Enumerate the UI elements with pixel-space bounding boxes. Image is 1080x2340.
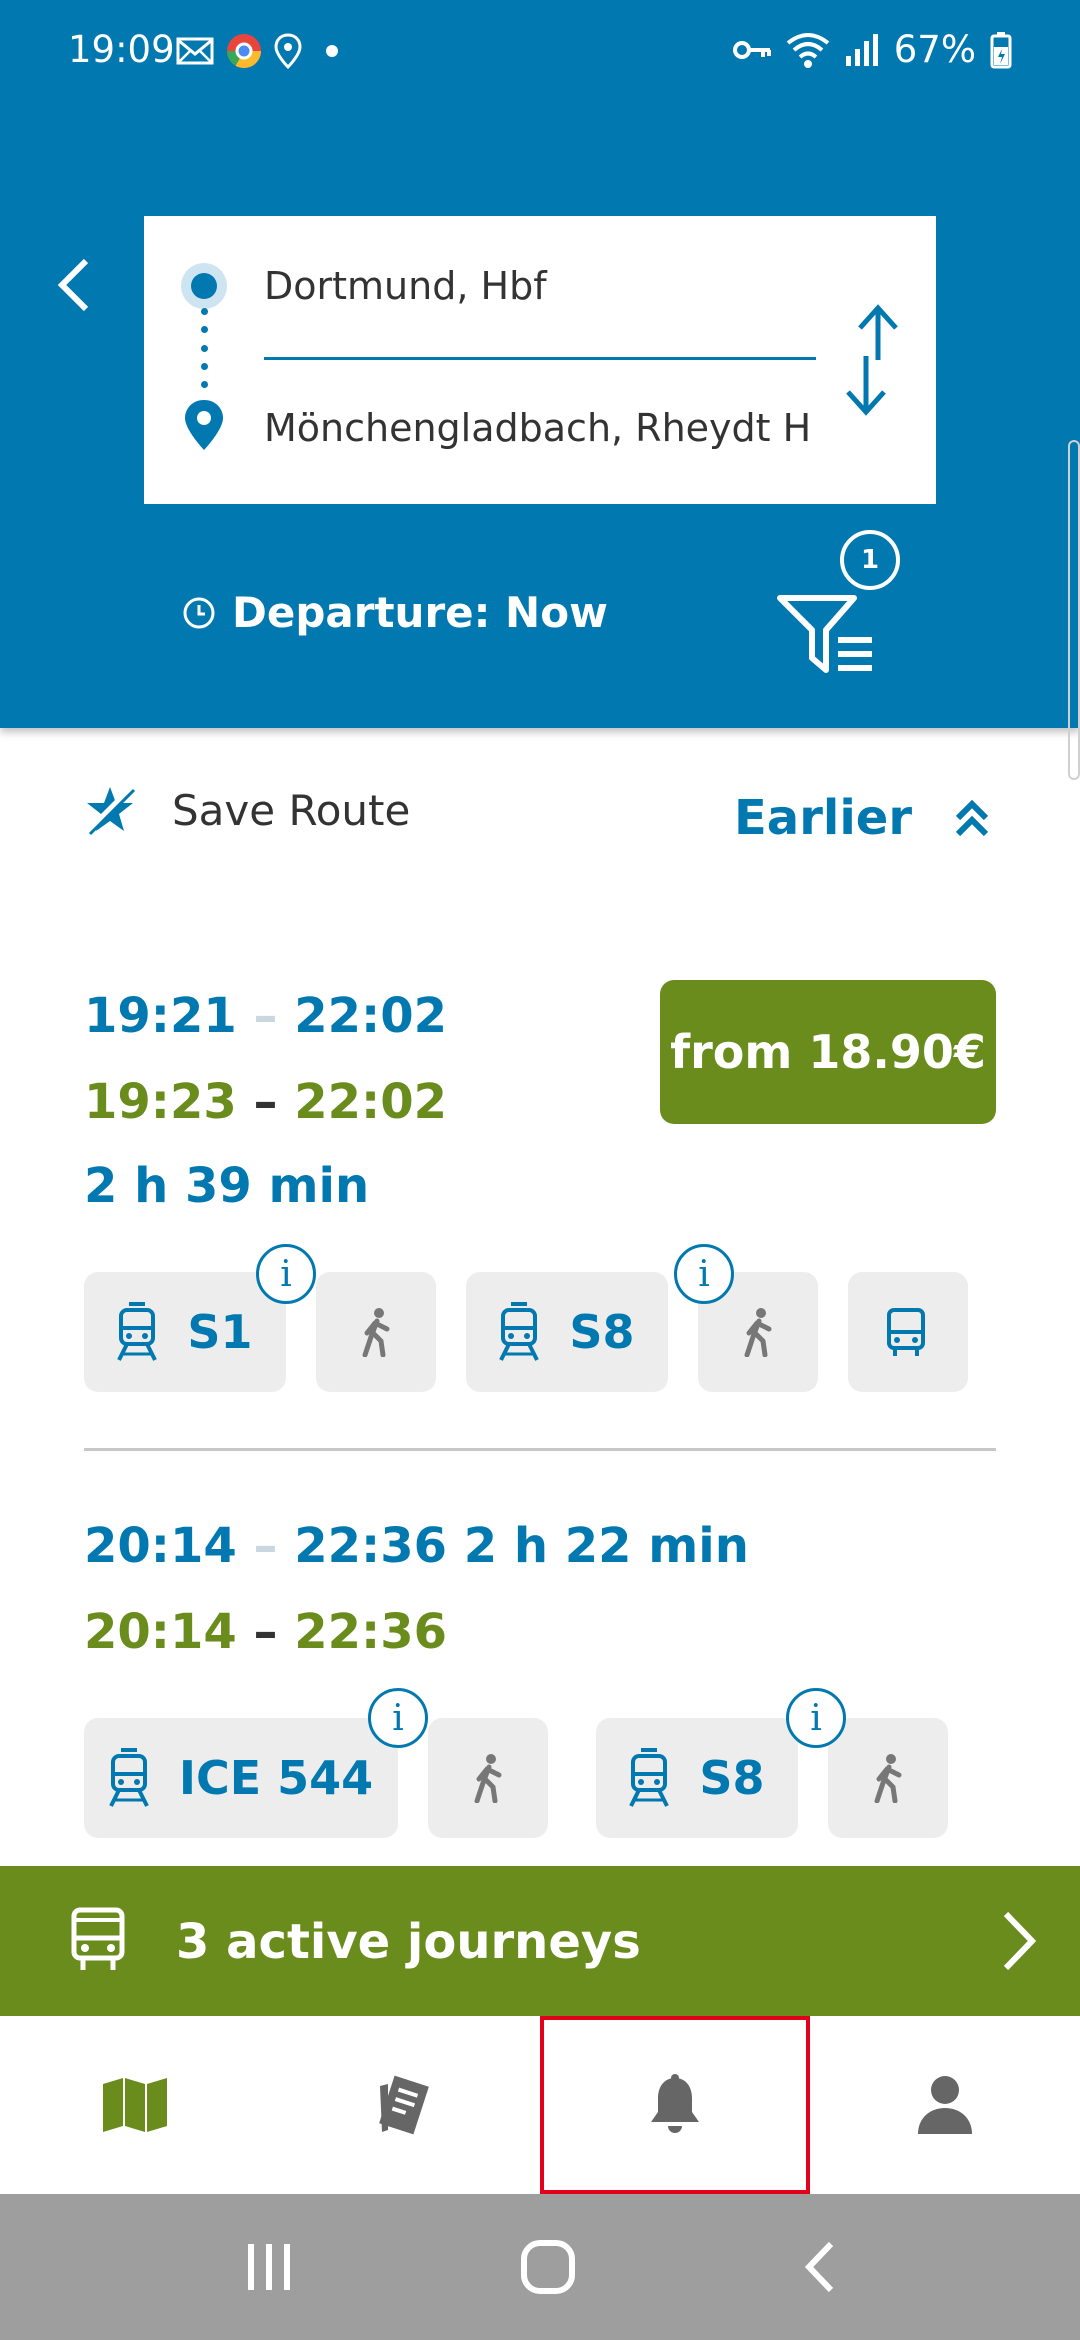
field-divider [264,357,816,360]
map-icon [103,2078,167,2132]
scroll-indicator [1068,440,1080,780]
actual-times: 19:23 – 22:02 [84,1074,448,1130]
profile-icon [918,2076,972,2134]
leg-train[interactable]: S8 [596,1718,798,1838]
mail-icon [176,37,214,65]
leg-line-label: S8 [569,1305,635,1359]
location-icon [274,33,302,69]
leg-walk[interactable] [828,1718,948,1838]
leg-info-icon[interactable]: i [368,1688,428,1748]
chrome-icon [227,34,261,68]
filter-count-badge: 1 [840,530,900,590]
bell-icon [651,2074,699,2133]
destination-pin-icon [185,400,223,450]
leg-line-label: S8 [699,1751,765,1805]
trip-card[interactable]: 20:14 – 22:36 2 h 22 min 20:14 – 22:36 I… [84,1510,996,1850]
train-icon [499,1302,540,1361]
battery-icon [990,31,1012,68]
active-journeys-label: 3 active journeys [176,1914,641,1970]
leg-line-label: S1 [187,1305,253,1359]
actual-arrival: 22:02 [294,1074,448,1130]
trip-divider [84,1448,996,1451]
back-nav-icon[interactable] [801,2240,837,2294]
leg-walk[interactable] [316,1272,436,1392]
train-icon [109,1748,149,1807]
departure-selector[interactable]: Departure: Now [182,588,608,637]
actual-times: 20:14 – 22:36 [84,1604,448,1660]
planned-times: 19:21 – 22:02 [84,988,448,1044]
home-icon[interactable] [520,2239,576,2295]
departure-label: Departure: Now [232,588,608,637]
bus-icon [887,1308,925,1356]
planned-departure: 20:14 [84,1518,237,1574]
earlier-button[interactable]: Earlier [734,790,992,846]
origin-dot-icon [181,263,227,309]
leg-bus[interactable] [848,1272,968,1392]
status-time: 19:09 [68,28,175,71]
star-off-icon [85,785,136,836]
planned-departure: 19:21 [84,988,237,1044]
status-bar: 19:09 67% [0,0,1080,110]
price-button[interactable]: from 18.90€ [660,980,996,1124]
status-icons-left [176,30,344,72]
trip-duration: 2 h 22 min [463,1518,749,1574]
signal-icon [845,33,878,66]
save-route-button[interactable]: Save Route [84,784,410,836]
bottom-navigation [0,2016,1080,2194]
planned-arrival: 22:02 [294,988,448,1044]
vpn-key-icon [732,40,771,59]
search-header: 19:09 67% Dortmund, Hbf Mönchengladbach,… [0,0,1080,728]
swap-icon[interactable] [832,300,912,420]
actual-departure: 20:14 [84,1604,237,1660]
route-dots [200,308,208,388]
planned-times: 20:14 – 22:36 2 h 22 min [84,1518,749,1574]
clock-icon [183,597,215,628]
recent-apps-icon[interactable] [243,2242,295,2292]
leg-info-icon[interactable]: i [786,1688,846,1748]
route-card: Dortmund, Hbf Mönchengladbach, Rheydt H [144,216,936,504]
walk-icon [362,1308,390,1357]
leg-info-icon[interactable]: i [256,1244,316,1304]
active-journeys-bar[interactable]: 3 active journeys [0,1866,1080,2016]
back-button[interactable] [44,250,104,320]
wifi-icon [786,32,829,68]
system-navigation-bar [0,2194,1080,2340]
nav-map[interactable] [0,2016,270,2194]
nav-notifications[interactable] [540,2016,810,2194]
train-icon [117,1302,158,1361]
leg-walk[interactable] [428,1718,548,1838]
walk-icon [874,1754,902,1803]
battery-percent: 67% [893,28,976,71]
double-chevron-up-icon [955,799,989,837]
actual-departure: 19:23 [84,1074,237,1130]
leg-info-icon[interactable]: i [674,1244,734,1304]
chevron-right-icon [1003,1911,1037,1971]
nav-tickets[interactable] [270,2016,540,2194]
save-route-label: Save Route [172,785,411,835]
planned-arrival: 22:36 [294,1518,448,1574]
leg-train[interactable]: S8 [466,1272,668,1392]
walk-icon [744,1308,772,1357]
tickets-icon [379,2075,429,2135]
leg-train[interactable]: S1 [84,1272,286,1392]
origin-field[interactable]: Dortmund, Hbf [264,264,547,308]
trip-legs: S1 S8 [84,1272,996,1392]
dot-icon [326,45,338,57]
chevron-left-icon [57,258,89,312]
filter-button[interactable]: 1 [772,530,912,680]
walk-icon [474,1754,502,1803]
leg-train[interactable]: ICE 544 [84,1718,398,1838]
leg-line-label: ICE 544 [178,1751,374,1805]
trip-duration: 2 h 39 min [84,1158,370,1214]
bus-icon [71,1907,125,1970]
earlier-label: Earlier [734,790,912,846]
trip-card[interactable]: 19:21 – 22:02 19:23 – 22:02 2 h 39 min f… [84,980,996,1400]
actual-arrival: 22:36 [294,1604,448,1660]
destination-field[interactable]: Mönchengladbach, Rheydt H [264,406,811,450]
train-icon [629,1748,670,1807]
nav-profile[interactable] [810,2016,1080,2194]
status-icons-right: 67% [732,28,1012,71]
